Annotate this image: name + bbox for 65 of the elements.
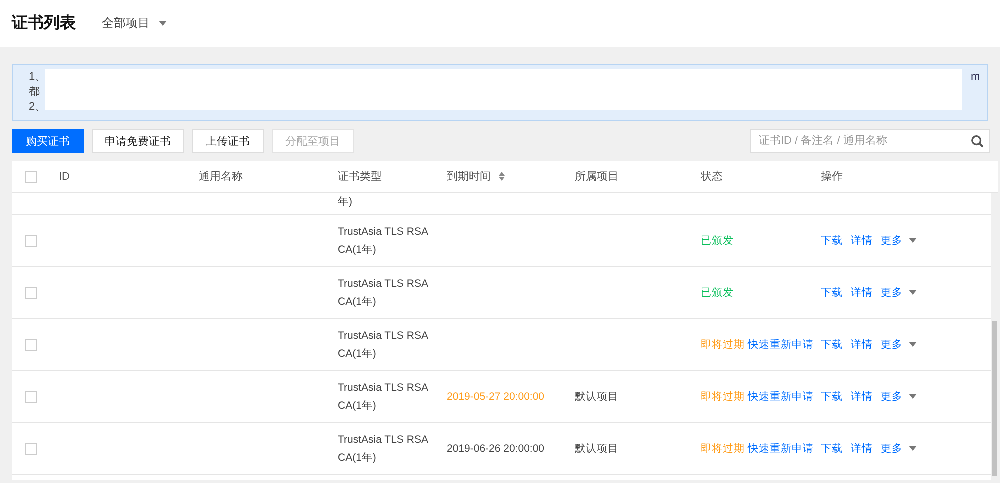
toolbar-button[interactable]: 购买证书 — [12, 129, 84, 153]
column-header: 证书类型 — [338, 170, 382, 184]
checkbox[interactable] — [25, 338, 37, 350]
notice-text: m — [971, 71, 980, 84]
action-link[interactable]: 详情 — [851, 338, 873, 352]
action-link[interactable]: 详情 — [851, 286, 873, 300]
cert-type: 年) — [338, 195, 354, 210]
sort-icon[interactable] — [499, 172, 505, 181]
project-name: 默认项目 — [575, 390, 619, 404]
action-link[interactable]: 下载 — [821, 390, 843, 404]
action-link[interactable]: 更多 — [881, 442, 917, 456]
action-link[interactable]: 更多 — [881, 338, 917, 352]
caret-icon — [909, 238, 917, 243]
column-header: 状态 — [701, 170, 723, 184]
column-header: 所属项目 — [575, 170, 619, 184]
checkbox[interactable] — [25, 170, 37, 182]
action-link[interactable]: 下载 — [821, 338, 843, 352]
status-label: 即将过期 — [701, 390, 745, 404]
status-label: 即将过期 — [701, 442, 745, 456]
checkbox[interactable] — [25, 390, 37, 402]
scrollbar[interactable] — [991, 193, 998, 480]
status-label: 已颁发 — [701, 286, 734, 300]
cert-type: TrustAsia TLS RSA CA(1年) — [338, 224, 430, 258]
project-name: 默认项目 — [575, 442, 619, 456]
column-header[interactable]: 到期时间 — [447, 169, 491, 184]
action-link[interactable]: 详情 — [851, 234, 873, 248]
caret-icon — [909, 394, 917, 399]
action-link[interactable]: 下载 — [821, 234, 843, 248]
project-dropdown[interactable]: 全部项目 — [102, 15, 167, 32]
column-header: ID — [59, 170, 70, 182]
reapply-link[interactable]: 快速重新申请 — [748, 442, 814, 456]
status-label: 即将过期 — [701, 338, 745, 352]
caret-icon — [909, 446, 917, 451]
action-link[interactable]: 更多 — [881, 286, 917, 300]
page-title: 证书列表 — [12, 14, 76, 34]
toolbar-button[interactable]: 上传证书 — [192, 129, 264, 153]
column-header: 操作 — [821, 170, 843, 184]
checkbox[interactable] — [25, 442, 37, 454]
notice-text: 都 — [29, 86, 41, 99]
checkbox[interactable] — [25, 234, 37, 246]
cert-type: TrustAsia TLS RSA CA(1年) — [338, 328, 430, 362]
search-field[interactable]: 证书ID / 备注名 / 通用名称 — [750, 129, 990, 153]
reapply-link[interactable]: 快速重新申请 — [748, 338, 814, 352]
action-link[interactable]: 更多 — [881, 234, 917, 248]
column-header: 通用名称 — [199, 170, 243, 184]
notice-text: 1、 — [29, 71, 46, 84]
action-link[interactable]: 详情 — [851, 390, 873, 404]
caret-icon — [909, 290, 917, 295]
cert-type: TrustAsia TLS RSA CA(1年) — [338, 432, 430, 466]
action-link[interactable]: 下载 — [821, 286, 843, 300]
notice-text: 2、 — [29, 101, 46, 114]
caret-icon — [909, 342, 917, 347]
search-icon[interactable] — [971, 135, 984, 148]
caret-icon — [159, 21, 167, 26]
cert-type: TrustAsia TLS RSA CA(1年) — [338, 276, 430, 310]
toolbar-button[interactable]: 申请免费证书 — [92, 129, 184, 153]
expiry-date: 2019-06-26 20:00:00 — [447, 442, 544, 456]
action-link[interactable]: 更多 — [881, 390, 917, 404]
expiry-date: 2019-05-27 20:00:00 — [447, 390, 544, 404]
action-link[interactable]: 详情 — [851, 442, 873, 456]
checkbox[interactable] — [25, 286, 37, 298]
cert-type: TrustAsia TLS RSA CA(1年) — [338, 380, 430, 414]
action-link[interactable]: 下载 — [821, 442, 843, 456]
reapply-link[interactable]: 快速重新申请 — [748, 390, 814, 404]
status-label: 已颁发 — [701, 234, 734, 248]
